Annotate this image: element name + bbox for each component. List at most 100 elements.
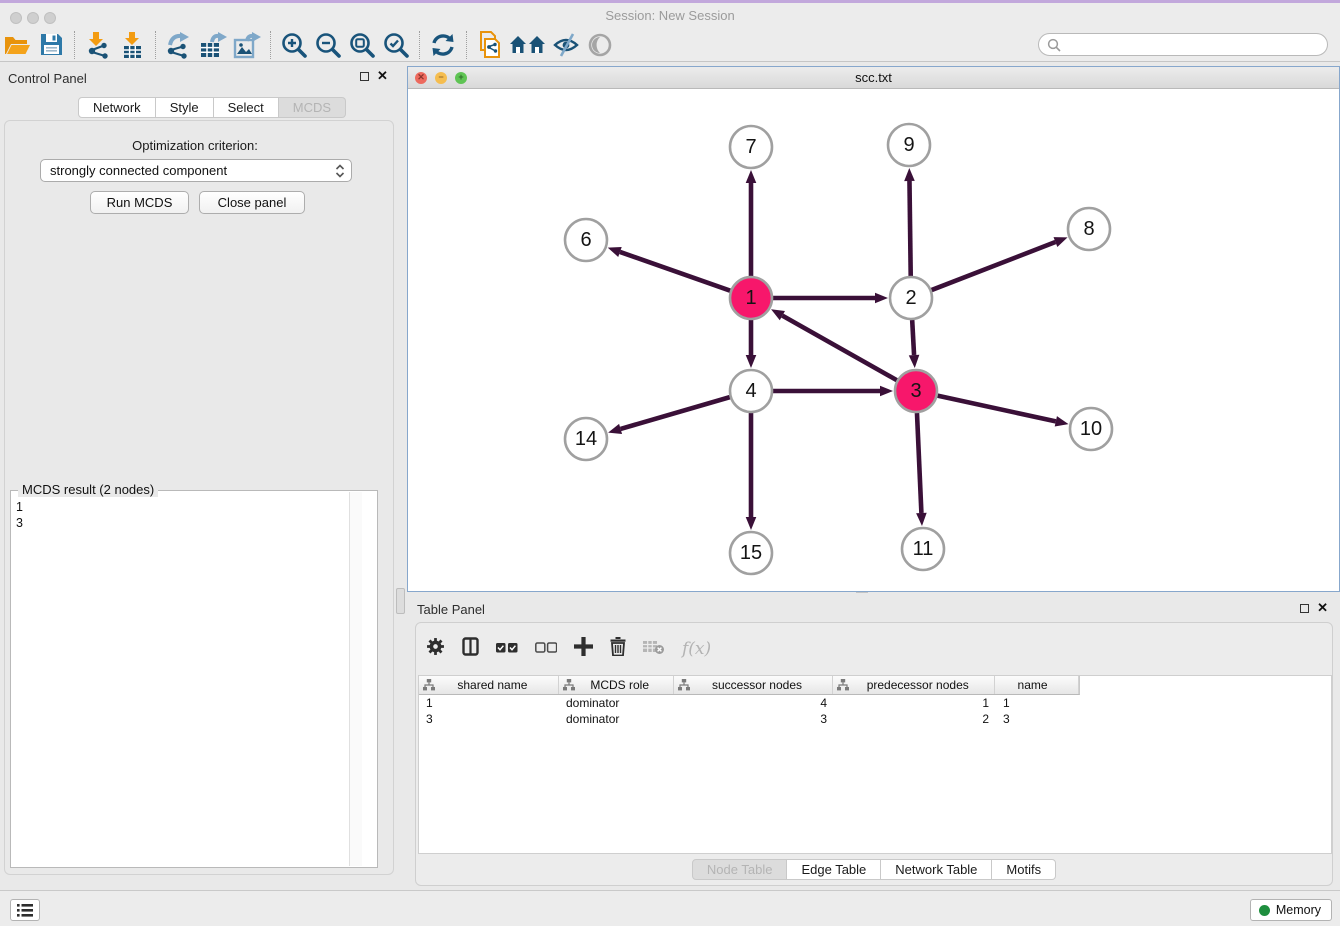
open-file-button[interactable] (0, 30, 34, 60)
close-window-button[interactable] (10, 12, 22, 24)
graph-edge-2-8[interactable] (932, 237, 1068, 290)
function-builder-icon[interactable]: f(x) (682, 639, 711, 659)
show-panel-button[interactable] (583, 30, 617, 60)
import-network-button[interactable] (81, 30, 115, 60)
close-panel-icon[interactable]: ✕ (1317, 603, 1328, 613)
export-table-button[interactable] (196, 30, 230, 60)
graph-node-2[interactable]: 2 (890, 277, 932, 319)
float-panel-icon[interactable] (360, 72, 369, 81)
column-visibility-icon[interactable] (462, 637, 479, 661)
refresh-button[interactable] (426, 30, 460, 60)
graph-edge-1-2[interactable] (773, 293, 888, 304)
table-tab-edge-table[interactable]: Edge Table (787, 859, 881, 880)
mcds-result-line: 3 (16, 515, 358, 531)
vertical-splitter-handle[interactable] (396, 588, 405, 614)
graph-edge-4-3[interactable] (773, 386, 893, 397)
table-cell[interactable]: 4 (674, 695, 834, 711)
deselect-all-checkboxes-icon[interactable] (535, 640, 557, 658)
network-minimize-button[interactable]: − (435, 72, 447, 84)
table-cell[interactable]: 3 (674, 711, 834, 727)
graph-edge-4-15[interactable] (746, 413, 757, 530)
graph-node-1[interactable]: 1 (730, 277, 772, 319)
search-input[interactable] (1061, 36, 1327, 54)
maximize-window-button[interactable] (44, 12, 56, 24)
graph-edge-1-6[interactable] (608, 247, 731, 291)
graph-node-9[interactable]: 9 (888, 124, 930, 166)
delete-table-icon[interactable] (643, 639, 665, 660)
column-header-successor-nodes[interactable]: successor nodes (674, 676, 834, 694)
export-image-button[interactable] (230, 30, 264, 60)
column-header-MCDS-role[interactable]: MCDS role (559, 676, 674, 694)
search-box[interactable] (1038, 33, 1328, 56)
graph-node-14[interactable]: 14 (565, 418, 607, 460)
select-all-checkboxes-icon[interactable] (496, 640, 518, 658)
network-window-titlebar[interactable]: ✕ − + scc.txt (408, 67, 1339, 89)
add-column-icon[interactable] (574, 637, 593, 661)
graph-edge-1-7[interactable] (746, 170, 757, 276)
network-close-button[interactable]: ✕ (415, 72, 427, 84)
graph-edge-3-11[interactable] (916, 413, 927, 526)
column-header-shared-name[interactable]: shared name (419, 676, 559, 694)
delete-column-icon[interactable] (610, 637, 626, 661)
graph-edge-1-4[interactable] (746, 320, 757, 368)
graph-edge-2-3[interactable] (909, 320, 920, 368)
criterion-dropdown[interactable]: strongly connected component (40, 159, 352, 182)
zoom-out-button[interactable] (311, 30, 345, 60)
float-panel-icon[interactable] (1300, 604, 1309, 613)
home-layout-button[interactable] (507, 30, 549, 60)
table-cell[interactable]: 3 (419, 711, 559, 727)
network-graph-canvas[interactable]: 7 9 6 8 1 2 4 3 14 10 15 11 (408, 89, 1339, 591)
minimize-window-button[interactable] (27, 12, 39, 24)
duplicate-network-button[interactable] (473, 30, 507, 60)
graph-edge-2-9[interactable] (904, 168, 915, 276)
mcds-result-scrollbar[interactable] (349, 492, 362, 866)
table-cell[interactable]: 1 (419, 695, 559, 711)
refresh-icon (429, 32, 457, 58)
graph-node-8[interactable]: 8 (1068, 208, 1110, 250)
hide-panel-button[interactable] (549, 30, 583, 60)
graph-edge-3-1[interactable] (771, 309, 897, 380)
control-tab-mcds[interactable]: MCDS (279, 97, 346, 118)
import-table-button[interactable] (115, 30, 149, 60)
run-mcds-button[interactable]: Run MCDS (90, 191, 189, 214)
table-cell[interactable]: dominator (559, 695, 674, 711)
save-session-button[interactable] (34, 30, 68, 60)
table-cell[interactable]: dominator (559, 711, 674, 727)
memory-button[interactable]: Memory (1250, 899, 1332, 921)
table-cell[interactable]: 1 (834, 695, 996, 711)
zoom-selected-icon (382, 31, 410, 59)
table-row[interactable]: 3dominator323 (419, 711, 1331, 727)
zoom-selected-button[interactable] (379, 30, 413, 60)
table-tab-network-table[interactable]: Network Table (881, 859, 992, 880)
table-row[interactable]: 1dominator411 (419, 695, 1331, 711)
control-tab-select[interactable]: Select (214, 97, 279, 118)
graph-node-7[interactable]: 7 (730, 126, 772, 168)
table-cell[interactable]: 2 (834, 711, 996, 727)
zoom-fit-button[interactable] (345, 30, 379, 60)
settings-gear-icon[interactable] (426, 637, 445, 661)
column-header-name[interactable]: name (995, 676, 1079, 694)
export-network-button[interactable] (162, 30, 196, 60)
graph-node-3[interactable]: 3 (895, 370, 937, 412)
graph-node-10[interactable]: 10 (1070, 408, 1112, 450)
close-panel-button[interactable]: Close panel (199, 191, 305, 214)
graph-node-11[interactable]: 11 (902, 528, 944, 570)
table-tab-motifs[interactable]: Motifs (992, 859, 1056, 880)
graph-edge-3-10[interactable] (937, 396, 1068, 427)
graph-node-6[interactable]: 6 (565, 219, 607, 261)
close-panel-icon[interactable]: ✕ (377, 71, 388, 81)
table-cell[interactable]: 3 (996, 711, 1080, 727)
graph-node-4[interactable]: 4 (730, 370, 772, 412)
table-cell[interactable]: 1 (996, 695, 1080, 711)
zoom-in-button[interactable] (277, 30, 311, 60)
graph-edge-4-14[interactable] (608, 397, 730, 434)
graph-node-15[interactable]: 15 (730, 532, 772, 574)
table-tab-node-table[interactable]: Node Table (692, 859, 788, 880)
mcds-result-textarea[interactable]: 13 (11, 497, 363, 860)
control-tab-style[interactable]: Style (156, 97, 214, 118)
network-maximize-button[interactable]: + (455, 72, 467, 84)
control-tab-network[interactable]: Network (78, 97, 156, 118)
task-history-button[interactable] (10, 899, 40, 921)
zoom-in-icon (280, 31, 308, 59)
column-header-predecessor-nodes[interactable]: predecessor nodes (833, 676, 995, 694)
